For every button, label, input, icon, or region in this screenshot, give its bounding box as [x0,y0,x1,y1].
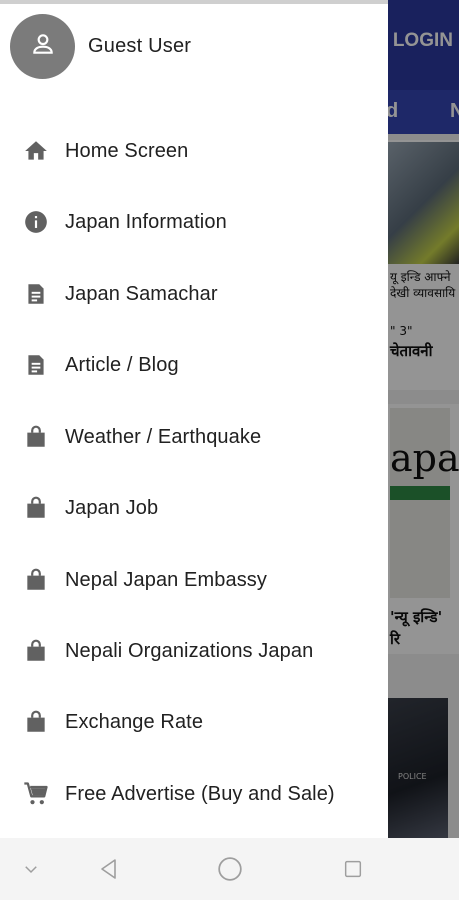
menu-item-japan-job[interactable]: Japan Job [0,480,388,536]
menu-item-label: Article / Blog [65,353,179,376]
menu-item-home-screen[interactable]: Home Screen [0,123,388,179]
system-nav-bar [0,838,459,900]
home-circle-icon[interactable] [217,856,243,882]
menu-item-label: Japan Job [65,496,159,519]
recents-icon[interactable] [340,856,366,882]
menu-item-free-advertise[interactable]: Free Advertise (Buy and Sale) [0,766,388,822]
menu-item-japan-samachar[interactable]: Japan Samachar [0,266,388,322]
document-icon [22,351,50,379]
shopping-bag-icon [22,637,50,665]
menu-item-label: Exchange Rate [65,710,204,733]
avatar[interactable] [10,14,75,79]
person-icon [30,31,56,62]
menu-item-label: Nepal Japan Embassy [65,568,268,591]
menu-item-japan-information[interactable]: Japan Information [0,194,388,250]
menu-item-label: Japan Samachar [65,282,218,305]
menu-item-nepal-japan-embassy[interactable]: Nepal Japan Embassy [0,552,388,608]
menu-item-label: Weather / Earthquake [65,425,262,448]
shopping-bag-icon [22,708,50,736]
menu-item-nepali-organizations-japan[interactable]: Nepali Organizations Japan [0,623,388,679]
menu-item-label: Nepali Organizations Japan [65,639,314,662]
document-icon [22,280,50,308]
shopping-bag-icon [22,566,50,594]
menu-item-label: Japan Information [65,210,227,233]
menu-item-article-blog[interactable]: Article / Blog [0,337,388,393]
info-icon [22,208,50,236]
menu-item-weather-earthquake[interactable]: Weather / Earthquake [0,409,388,465]
drawer-header: Guest User [0,4,388,90]
shopping-bag-icon [22,494,50,522]
user-name: Guest User [88,35,192,57]
chevron-down-icon[interactable] [18,856,44,882]
menu-item-label: Free Advertise (Buy and Sale) [65,782,335,805]
menu-item-exchange-rate[interactable]: Exchange Rate [0,694,388,750]
navigation-drawer: Guest User Home Screen Japan Information… [0,4,388,838]
menu-item-label: Home Screen [65,139,189,162]
cart-icon [22,780,50,808]
shopping-bag-icon [22,423,50,451]
home-icon [22,137,50,165]
back-icon[interactable] [96,856,122,882]
